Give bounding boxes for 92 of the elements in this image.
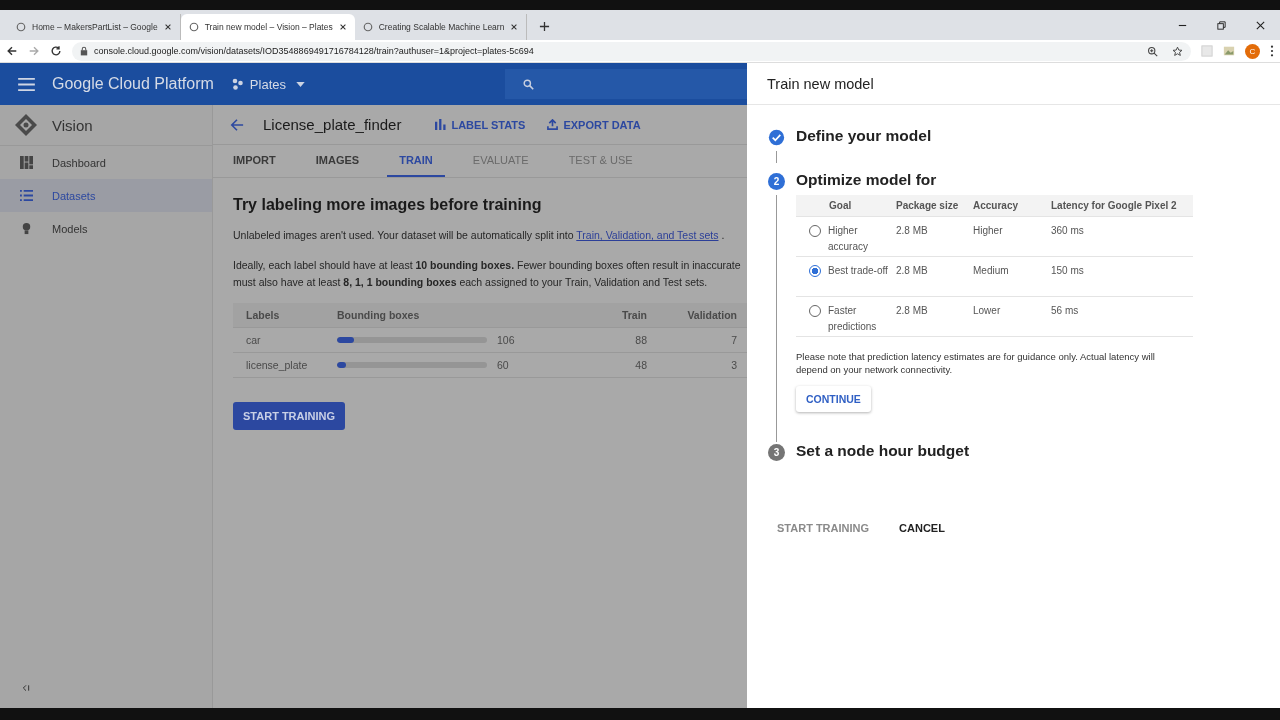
tab[interactable]: TRAIN: [387, 145, 445, 177]
punctuation: .: [721, 229, 725, 241]
table-cell-text: 7: [730, 334, 737, 346]
sidebar-item[interactable]: Datasets: [0, 179, 212, 212]
dashboard-icon: [20, 156, 33, 169]
address-field[interactable]: console.cloud.google.com/vision/datasets/IOD3548869491716784128/train?authuser=1&project=plates-5c694: [72, 41, 1191, 61]
bulb-icon: [20, 222, 33, 235]
globe-icon: [188, 22, 199, 32]
tab-title: Train new model – Vision – Plates: [204, 22, 333, 32]
column-header: Latency for Google Pixel 2: [1051, 200, 1178, 211]
restore-icon[interactable]: [1216, 20, 1227, 31]
browser-tab[interactable]: Train new model – Vision – Plates: [180, 14, 355, 40]
sidebar-item[interactable]: Models: [0, 212, 212, 245]
step-number: 3: [768, 444, 785, 461]
link[interactable]: Train, Validation, and Test sets: [576, 229, 719, 241]
step-title: Define your model: [796, 127, 932, 146]
paragraph-line: Ideally, each label should have at least 10 bounding boxes. Fewer bounding boxes often result in inaccurate: [233, 258, 742, 273]
step-number: 2: [768, 173, 785, 190]
upload-icon: [547, 119, 559, 130]
close-icon[interactable]: [510, 23, 519, 31]
paragraph: Unlabeled images aren't used. Your dataset will be automatically split into: [233, 229, 574, 241]
table-cell-text: 2.8 MB: [896, 264, 929, 278]
tab[interactable]: IMPORT: [221, 145, 288, 177]
table-cell-text: Lower: [973, 304, 1002, 318]
panel-button[interactable]: CANCEL: [891, 516, 953, 540]
section-title: Vision: [52, 116, 93, 134]
back-arrow-icon[interactable]: [230, 117, 244, 132]
step-title: Optimize model for: [796, 171, 938, 190]
plus-icon[interactable]: [539, 21, 551, 32]
lock-icon: [80, 46, 88, 56]
globe-icon: [362, 22, 373, 32]
table-cell-text: 360 ms: [1051, 224, 1085, 238]
product-title: Google Cloud Platform: [52, 75, 214, 93]
option-label: Higher accuracy: [828, 224, 869, 254]
column-header: Package size: [896, 200, 960, 211]
tab-title: Home – MakersPartList – Google: [32, 22, 158, 32]
start-training-button[interactable]: START TRAINING: [233, 402, 346, 430]
dataset-name: License_plate_finder: [263, 116, 402, 133]
column-header: Labels: [245, 309, 281, 321]
column-header: Bounding boxes: [337, 309, 421, 321]
table-cell-text: 2.8 MB: [896, 304, 929, 318]
tab-title: Creating Scalable Machine Learn: [378, 22, 505, 32]
option-label: Best trade-off: [828, 264, 888, 278]
profile-avatar[interactable]: C: [1245, 43, 1260, 59]
table-cell-text: 150 ms: [1051, 264, 1085, 278]
globe-icon: [16, 22, 26, 32]
close-icon[interactable]: [1255, 20, 1266, 31]
table-cell-text: 88: [634, 334, 647, 346]
close-icon[interactable]: [338, 23, 347, 31]
radio-button[interactable]: [809, 265, 821, 277]
search-icon: [523, 78, 534, 90]
table-cell: 60: [497, 359, 509, 371]
menu-icon[interactable]: [18, 77, 35, 91]
menu-icon[interactable]: [1270, 45, 1274, 57]
toolbar-button[interactable]: EXPORT DATA: [543, 118, 645, 131]
list-icon: [20, 189, 33, 202]
zoom-icon[interactable]: [1147, 45, 1158, 57]
search-field[interactable]: [505, 69, 747, 99]
panel-title: Train new model: [747, 63, 1280, 105]
paragraph-line: must also have at least 8, 1, 1 bounding boxes each assigned to your Train, Validation and Test sets.: [233, 275, 709, 290]
table-cell-text: license_plate: [245, 359, 309, 371]
sidebar-item[interactable]: Dashboard: [0, 146, 212, 179]
vision-logo-icon: [14, 113, 38, 137]
section-heading: Try labeling more images before training: [233, 196, 543, 214]
table-cell-text: Medium: [973, 264, 1010, 278]
reload-icon[interactable]: [50, 45, 62, 57]
star-icon[interactable]: [1172, 45, 1183, 57]
note-text: Please note that prediction latency estimates are for guidance only. Actual latency will depend on your network connectivity.: [796, 350, 1156, 376]
column-header: Train: [620, 309, 647, 321]
extension-icon[interactable]: [1223, 45, 1235, 57]
table-cell-text: car: [245, 334, 262, 346]
column-header: Accuracy: [973, 200, 1020, 211]
bar-chart-icon: [435, 119, 447, 130]
collapse-icon[interactable]: [22, 684, 30, 692]
table-cell-text: 48: [634, 359, 647, 371]
project-icon: [231, 78, 244, 90]
column-header: Goal: [828, 200, 853, 211]
step-title: Set a node hour budget: [796, 442, 970, 461]
close-icon[interactable]: [163, 23, 172, 31]
caret-icon: [296, 81, 305, 87]
table-cell-text: Higher: [973, 224, 1004, 238]
tab[interactable]: IMAGES: [303, 145, 372, 177]
table-cell-text: 2.8 MB: [896, 224, 929, 238]
column-header: Validation: [686, 309, 737, 321]
toolbar-button[interactable]: LABEL STATS: [431, 118, 530, 131]
continue-button[interactable]: CONTINUE: [796, 386, 871, 412]
table-cell: 106: [497, 334, 515, 346]
option-label: Faster predictions: [828, 304, 878, 334]
back-icon[interactable]: [6, 45, 18, 57]
table-cell-text: 56 ms: [1051, 304, 1080, 318]
project-selector[interactable]: Plates: [231, 76, 305, 92]
table-cell-text: 3: [730, 359, 737, 371]
